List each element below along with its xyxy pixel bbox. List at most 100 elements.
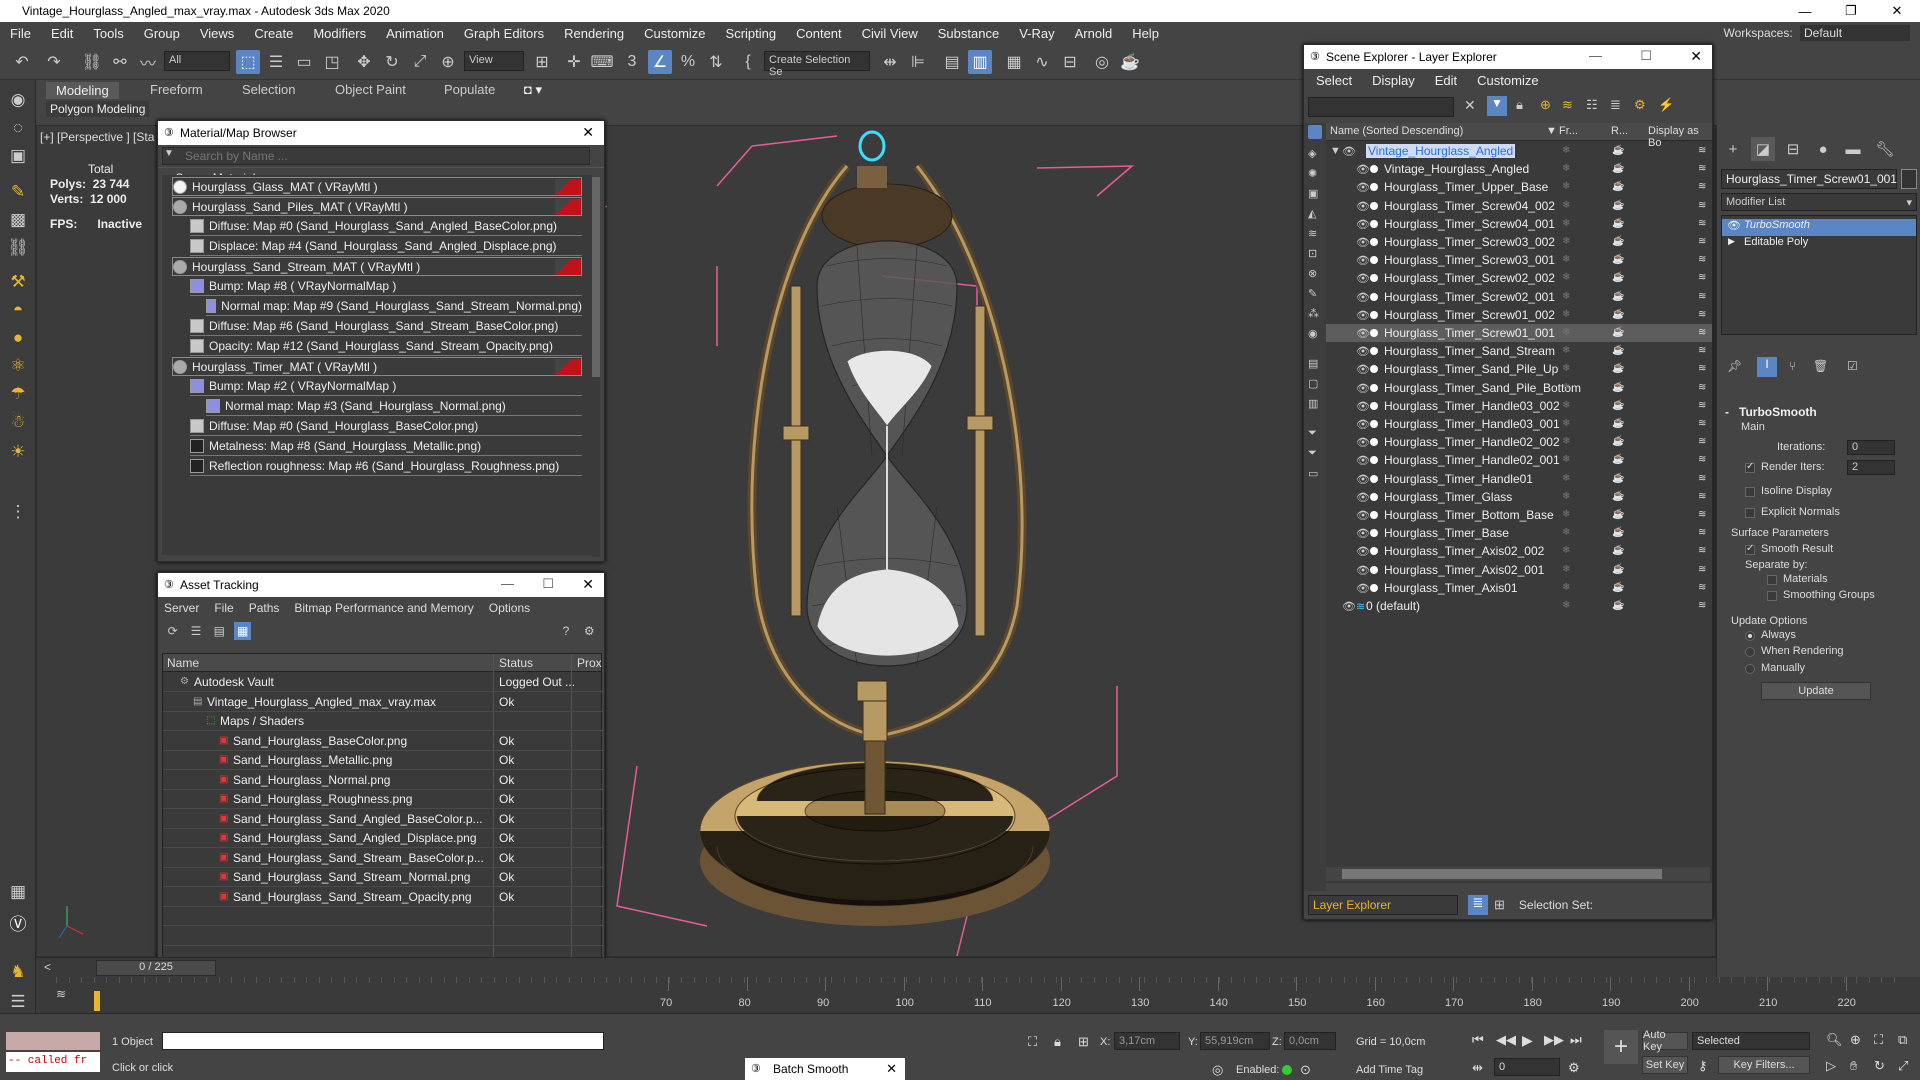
asset-menu-server[interactable]: Server <box>164 601 199 615</box>
time-tag-icon[interactable]: ◎ <box>1212 1062 1223 1078</box>
freeze-icon[interactable]: ❄ <box>1562 200 1570 211</box>
asset-row[interactable]: ▣ Sand_Hourglass_Sand_Stream_Opacity.png O… <box>163 888 603 907</box>
list-view-icon[interactable]: ☰ <box>187 622 204 640</box>
help-icon[interactable]: ? <box>557 622 574 640</box>
freeze-icon[interactable]: ❄ <box>1562 181 1570 192</box>
display-as-box-icon[interactable]: ≋ <box>1698 418 1706 429</box>
filter-icon[interactable]: ▼ <box>1487 96 1507 116</box>
isoline-checkbox[interactable] <box>1745 487 1755 497</box>
cameras-filter-icon[interactable]: ▣ <box>1308 187 1318 200</box>
display-as-box-icon[interactable]: ≋ <box>1698 218 1706 229</box>
freeze-icon[interactable]: ❄ <box>1562 254 1570 265</box>
manually-radio[interactable] <box>1745 664 1755 674</box>
brush-icon[interactable]: ✎ <box>6 180 30 204</box>
groups-filter-icon[interactable]: ⊡ <box>1308 247 1317 260</box>
renderable-teapot-icon[interactable]: ☕ <box>1612 473 1624 484</box>
freeze-icon[interactable]: ❄ <box>1562 218 1570 229</box>
display-as-box-icon[interactable]: ≋ <box>1698 382 1706 393</box>
geometry-filter-icon[interactable] <box>1308 125 1322 139</box>
scene-object-row[interactable]: 👁︎ Hourglass_Timer_Axis02_001 ❄ ☕ ≋ <box>1326 561 1712 579</box>
asset-row[interactable]: ⬚ Maps / Shaders <box>163 712 603 731</box>
visibility-eye-icon[interactable]: 👁︎ <box>1356 236 1370 249</box>
visibility-eye-icon[interactable]: 👁︎ <box>1356 200 1370 213</box>
menu-modifiers[interactable]: Modifiers <box>303 26 376 41</box>
renderable-teapot-icon[interactable]: ☕ <box>1612 200 1624 211</box>
freeze-icon[interactable]: ❄ <box>1562 509 1570 520</box>
display-as-box-icon[interactable]: ≋ <box>1698 545 1706 556</box>
key-mode-icon[interactable]: ⇹ <box>1472 1060 1483 1076</box>
renderable-teapot-icon[interactable]: ☕ <box>1612 291 1624 302</box>
show-end-result-icon[interactable]: I <box>1757 357 1777 377</box>
menu-rendering[interactable]: Rendering <box>554 26 634 41</box>
col-name-sorted[interactable]: Name (Sorted Descending) <box>1330 125 1463 137</box>
render-iters-checkbox[interactable] <box>1745 461 1755 473</box>
ribbon-tab-populate[interactable]: Populate <box>444 82 495 97</box>
visibility-eye-icon[interactable]: 👁︎ <box>1356 382 1370 395</box>
when-rendering-radio[interactable] <box>1745 647 1755 657</box>
asset-menu-paths[interactable]: Paths <box>249 601 280 615</box>
refresh-icon[interactable]: ⟳ <box>164 622 181 640</box>
scale-icon[interactable]: ⤢ <box>408 50 432 74</box>
scene-object-row[interactable]: 👁︎ Hourglass_Timer_Sand_Pile_Up ❄ ☕ ≋ <box>1326 360 1712 378</box>
visibility-eye-icon[interactable]: 👁︎ <box>1356 545 1370 558</box>
scene-object-row[interactable]: 👁︎ Hourglass_Timer_Screw04_002 ❄ ☕ ≋ <box>1326 197 1712 215</box>
link-icon[interactable]: ⛓ <box>80 50 104 74</box>
snapshot-icon[interactable]: ▣ <box>6 144 30 168</box>
layer-explorer-dropdown[interactable]: Layer Explorer <box>1308 895 1458 915</box>
material-item[interactable]: Hourglass_Glass_MAT ( VRayMtl ) <box>172 177 582 196</box>
freeze-icon[interactable]: ❄ <box>1562 345 1570 356</box>
scene-object-row[interactable]: 👁︎ Hourglass_Timer_Glass ❄ ☕ ≋ <box>1326 488 1712 506</box>
hammer-icon[interactable]: ⚒ <box>6 270 30 294</box>
freeze-icon[interactable]: ❄ <box>1562 436 1570 447</box>
visibility-eye-icon[interactable]: 👁︎ <box>1356 363 1370 376</box>
rect-selection-icon[interactable]: ▭ <box>292 50 316 74</box>
display-none-icon[interactable]: ▢ <box>1308 377 1318 390</box>
freeze-icon[interactable]: ❄ <box>1562 236 1570 247</box>
particles-filter-icon[interactable]: ⁂ <box>1308 307 1319 320</box>
render-setup-icon[interactable]: ☕ <box>1118 50 1142 74</box>
display-as-box-icon[interactable]: ≋ <box>1698 473 1706 484</box>
display-as-box-icon[interactable]: ≋ <box>1698 582 1706 593</box>
display-tab-icon[interactable]: ▬ <box>1841 137 1865 161</box>
frozen-filter-icon[interactable]: ◉ <box>1308 327 1318 340</box>
renderable-teapot-icon[interactable]: ☕ <box>1612 309 1624 320</box>
close-icon[interactable]: ✕ <box>1690 48 1702 65</box>
isolate-icon[interactable]: ⛶ <box>1028 1034 1037 1050</box>
make-unique-icon[interactable]: ⑂ <box>1789 359 1796 373</box>
motion-tab-icon[interactable]: ● <box>1811 137 1835 161</box>
iterations-spinner[interactable]: 0 <box>1847 440 1895 455</box>
scene-object-row[interactable]: 👁︎ Hourglass_Timer_Handle03_001 ❄ ☕ ≋ <box>1326 415 1712 433</box>
zoom-icon[interactable]: 🔍︎ <box>1826 1032 1843 1048</box>
visibility-eye-icon[interactable]: 👁︎ <box>1356 509 1370 522</box>
display-as-box-icon[interactable]: ≋ <box>1698 400 1706 411</box>
folder-icon[interactable]: ▭ <box>1308 467 1318 480</box>
close-icon[interactable]: ✕ <box>1874 0 1920 22</box>
visibility-eye-icon[interactable]: 👁︎ <box>1356 454 1370 467</box>
renderable-teapot-icon[interactable]: ☕ <box>1612 400 1624 411</box>
renderable-teapot-icon[interactable]: ☕ <box>1612 254 1624 265</box>
bind-spacewarp-icon[interactable]: 〰 <box>136 50 160 74</box>
renderable-teapot-icon[interactable]: ☕ <box>1612 436 1624 447</box>
smooth-result-checkbox[interactable] <box>1745 543 1755 555</box>
menu-create[interactable]: Create <box>244 26 303 41</box>
zoom-extents-icon[interactable]: ⛶ <box>1874 1032 1883 1048</box>
ribbon-tab-freeform[interactable]: Freeform <box>150 82 203 97</box>
next-key-icon[interactable]: ▶▶ <box>1544 1032 1564 1048</box>
display-as-box-icon[interactable]: ≋ <box>1698 600 1706 611</box>
renderable-teapot-icon[interactable]: ☕ <box>1612 600 1624 611</box>
add-to-layer-icon[interactable]: ≋ <box>1562 97 1573 113</box>
display-as-box-icon[interactable]: ≋ <box>1698 527 1706 538</box>
time-slider[interactable]: 0 / 225 <box>96 960 216 976</box>
display-as-box-icon[interactable]: ≋ <box>1698 327 1706 338</box>
vray-logo-icon[interactable]: Ⓥ <box>6 910 30 934</box>
freeze-icon[interactable]: ❄ <box>1562 564 1570 575</box>
scene-h-scrollbar[interactable] <box>1326 867 1710 881</box>
modifier-list-dropdown[interactable]: Modifier List ▾ <box>1721 193 1917 211</box>
expand-arrow-icon[interactable]: ▼ <box>164 148 174 159</box>
person-icon[interactable]: ☃ <box>6 410 30 434</box>
freeze-icon[interactable]: ❄ <box>1562 272 1570 283</box>
mini-curve-editor-icon[interactable]: ≋ <box>56 987 66 1001</box>
field-of-view-icon[interactable]: ▷ <box>1826 1058 1836 1074</box>
helpers-filter-icon[interactable]: ◭ <box>1308 207 1316 220</box>
asset-row[interactable]: ▣ Sand_Hourglass_Sand_Stream_Normal.png Ok <box>163 868 603 887</box>
